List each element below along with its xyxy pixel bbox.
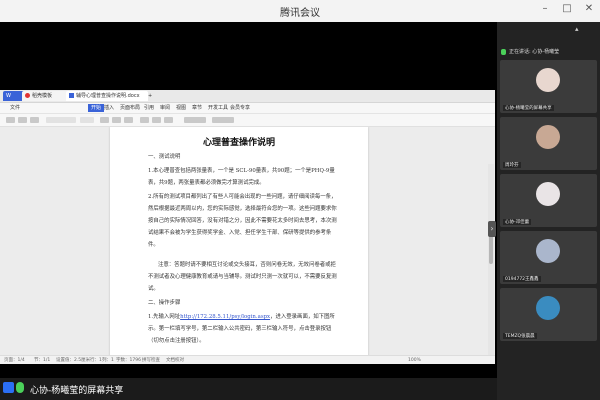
- tab-document[interactable]: 辅导心理普查操作说明.docx: [66, 91, 148, 101]
- status-section: 节：1/1: [34, 358, 51, 363]
- main-stage: W 稻壳模板 辅导心理普查操作说明.docx + 文件 开始 插入 页面布局 引…: [0, 22, 497, 378]
- menu-file[interactable]: 文件: [10, 104, 20, 112]
- menu-review[interactable]: 审阅: [160, 104, 170, 112]
- paragraph-step-1: 1.先输入网址http://172.28.5.11/psy/login.aspx…: [148, 314, 335, 344]
- section-heading-1: 一、测试说明: [148, 154, 181, 160]
- participant-name-1: 心协-杨曦莹的屏幕共享: [503, 105, 554, 111]
- participant-avatar: [536, 239, 560, 263]
- ribbon-toolbar: [0, 114, 495, 127]
- font-size-select[interactable]: [80, 117, 94, 123]
- status-row: 行：1: [90, 358, 102, 363]
- find-replace-icon[interactable]: [212, 117, 234, 123]
- status-margin: 设置值：2.5厘米: [56, 358, 91, 363]
- more-icon[interactable]: ▴: [575, 25, 579, 33]
- paragraph-note: 注意：答题时请不要相互讨论或交头接耳，否则问卷无效，无效问卷者或拒不测试者及心理…: [148, 262, 337, 292]
- document-area: 心理普查操作说明 一、测试说明 1.本心理普查包括两张量表，一个是 SCL-90…: [0, 127, 495, 355]
- document-page[interactable]: 心理普查操作说明 一、测试说明 1.本心理普查包括两张量表，一个是 SCL-90…: [110, 127, 368, 355]
- document-title: 心理普查操作说明: [202, 138, 275, 148]
- font-family-select[interactable]: [46, 117, 76, 123]
- participant-tile-3[interactable]: 心协-邓佳蕾: [500, 174, 597, 227]
- participant-name-2: 周玲芬: [503, 162, 521, 168]
- speaking-indicator: 正在讲话: 心协-杨曦莹: [497, 46, 600, 58]
- align-left-icon[interactable]: [140, 117, 149, 123]
- shared-screen: W 稻壳模板 辅导心理普查操作说明.docx + 文件 开始 插入 页面布局 引…: [0, 90, 495, 364]
- maximize-icon[interactable]: □: [560, 3, 574, 14]
- paragraph-1: 1.本心理普查包括两张量表，一个是 SCL-90量表，共90题；一个是PHQ-9…: [148, 168, 335, 186]
- menu-section[interactable]: 章节: [192, 104, 202, 112]
- participant-tile-1[interactable]: 心协-杨曦莹的屏幕共享: [500, 60, 597, 113]
- menu-member[interactable]: 会员专享: [230, 104, 250, 112]
- screen-share-icon: [3, 382, 14, 393]
- menu-bar: 文件 开始 插入 页面布局 引用 审阅 视图 章节 开发工具 会员专享: [0, 103, 495, 114]
- close-icon[interactable]: ✕: [582, 3, 596, 14]
- status-bar: 页面：1/4 节：1/1 设置值：2.5厘米 行：1 列：1 字数：1796 拼…: [0, 355, 495, 364]
- underline-icon[interactable]: [124, 117, 133, 123]
- participant-name-5: TEMZQ张晨晨: [503, 333, 537, 339]
- participant-tile-4[interactable]: 0194772王鑫鑫: [500, 231, 597, 284]
- sharing-label: 心协-杨曦莹的屏幕共享: [30, 386, 124, 396]
- styles-gallery[interactable]: [184, 117, 206, 123]
- status-page: 页面：1/4: [4, 358, 25, 363]
- align-right-icon[interactable]: [164, 117, 173, 123]
- window-title: 腾讯会议: [280, 8, 320, 19]
- participant-avatar: [536, 296, 560, 320]
- vertical-scrollbar[interactable]: [488, 164, 494, 355]
- collapse-panel-button[interactable]: ›: [488, 221, 496, 237]
- bold-icon[interactable]: [100, 117, 109, 123]
- align-center-icon[interactable]: [152, 117, 161, 123]
- participant-tile-5[interactable]: TEMZQ张晨晨: [500, 288, 597, 341]
- copy-icon[interactable]: [30, 117, 39, 123]
- menu-insert[interactable]: 插入: [104, 104, 114, 112]
- participant-name-4: 0194772王鑫鑫: [503, 276, 541, 282]
- login-link[interactable]: http://172.28.5.11/psy/login.aspx: [180, 314, 270, 320]
- section-heading-2: 二、操作步骤: [148, 300, 181, 306]
- paragraph-2: 2.所有的测试项目都列出了有些人可能会出现的一些问题，请仔细阅读每一条，然后根据…: [148, 194, 337, 248]
- cut-icon[interactable]: [18, 117, 27, 123]
- new-tab-icon[interactable]: +: [145, 91, 157, 101]
- zoom-level[interactable]: 100%: [408, 357, 421, 364]
- status-col: 列：1: [102, 358, 114, 363]
- sharing-bar: 心协-杨曦莹的屏幕共享: [0, 378, 497, 400]
- menu-view[interactable]: 视图: [176, 104, 186, 112]
- participant-name-3: 心协-邓佳蕾: [503, 219, 532, 225]
- status-spellcheck[interactable]: 拼写检查: [142, 357, 160, 364]
- title-bar: 腾讯会议 – □ ✕: [0, 0, 600, 23]
- italic-icon[interactable]: [112, 117, 121, 123]
- speaking-text: 正在讲话: 心协-杨曦莹: [509, 49, 560, 55]
- minimize-icon[interactable]: –: [538, 3, 552, 14]
- participants-panel: ▴ 正在讲话: 心协-杨曦莹 心协-杨曦莹的屏幕共享 周玲芬 心协-邓佳蕾 01…: [497, 22, 600, 400]
- mic-icon: [16, 382, 24, 393]
- status-proofread[interactable]: 文档校对: [166, 357, 184, 364]
- template-icon: [25, 93, 30, 98]
- paste-icon[interactable]: [6, 117, 15, 123]
- menu-home[interactable]: 开始: [88, 104, 105, 112]
- docx-icon: [69, 93, 74, 98]
- tab-template[interactable]: 稻壳模板: [22, 91, 70, 101]
- menu-references[interactable]: 引用: [144, 104, 154, 112]
- menu-layout[interactable]: 页面布局: [120, 104, 140, 112]
- participant-video: [536, 125, 560, 149]
- status-wordcount: 字数：1796: [116, 358, 141, 363]
- participant-avatar: [536, 182, 560, 206]
- menu-developer[interactable]: 开发工具: [208, 104, 228, 112]
- speaking-mic-icon: [501, 49, 506, 55]
- participant-video: [536, 68, 560, 92]
- browser-tabbar: W 稻壳模板 辅导心理普查操作说明.docx +: [0, 90, 495, 103]
- participant-tile-2[interactable]: 周玲芬: [500, 117, 597, 170]
